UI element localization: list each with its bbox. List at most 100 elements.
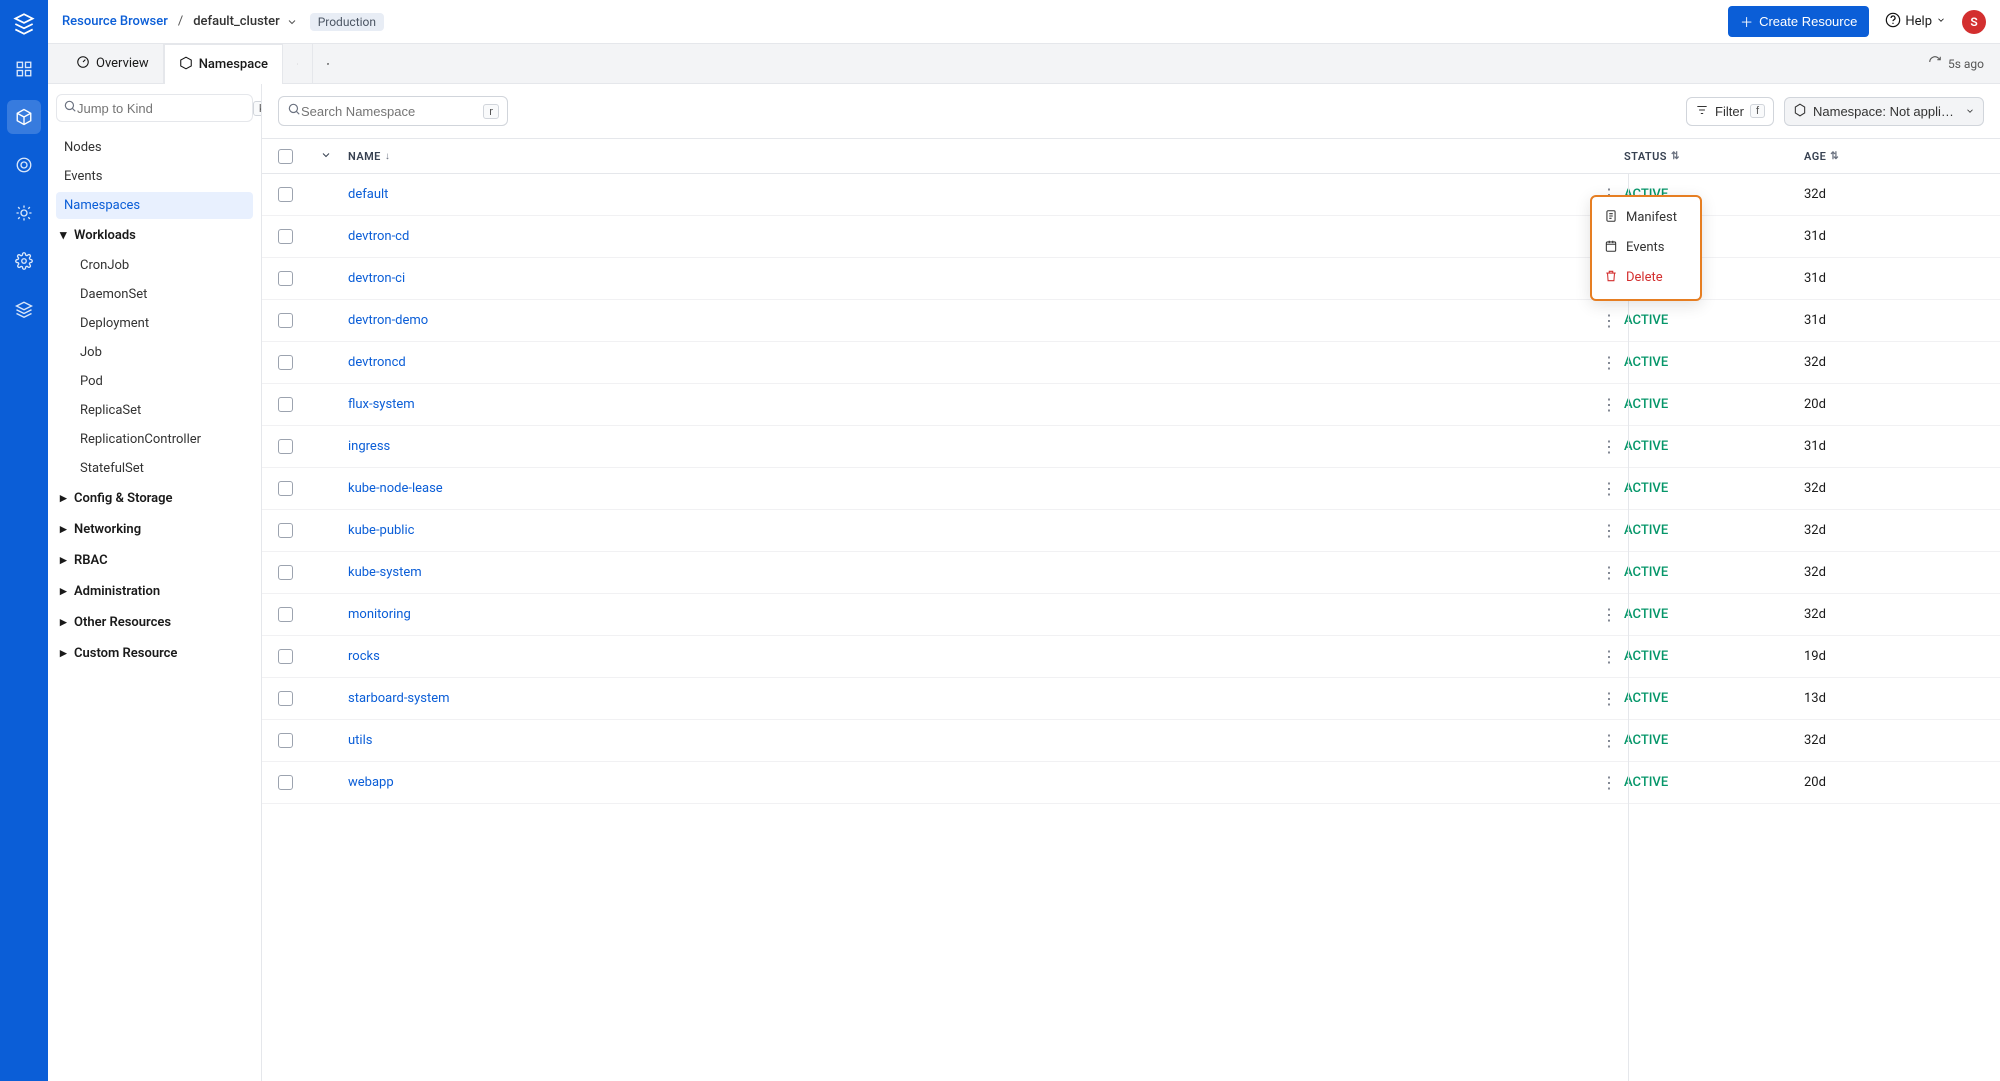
tab-terminal-icon[interactable] bbox=[313, 44, 343, 83]
namespace-link[interactable]: kube-public bbox=[348, 523, 414, 538]
namespace-link[interactable]: devtron-demo bbox=[348, 313, 428, 328]
namespace-search-input[interactable] bbox=[301, 104, 483, 119]
row-checkbox[interactable] bbox=[278, 397, 293, 412]
cluster-name[interactable]: default_cluster bbox=[193, 14, 280, 29]
sidebar-group-other-resources[interactable]: ▸Other Resources bbox=[56, 608, 253, 637]
tab-namespace[interactable]: Namespace bbox=[164, 44, 283, 84]
namespace-link[interactable]: webapp bbox=[348, 775, 394, 790]
table-row: devtron-ci⋮31d bbox=[262, 258, 2000, 300]
row-actions-icon[interactable]: ⋮ bbox=[1594, 313, 1624, 329]
popover-delete[interactable]: Delete bbox=[1592, 263, 1700, 293]
table-row: kube-node-lease⋮ACTIVE32d bbox=[262, 468, 2000, 510]
rail-target-icon[interactable] bbox=[7, 148, 41, 182]
help-button[interactable]: Help bbox=[1879, 8, 1952, 36]
row-actions-icon[interactable]: ⋮ bbox=[1594, 565, 1624, 581]
row-checkbox[interactable] bbox=[278, 271, 293, 286]
namespace-link[interactable]: devtroncd bbox=[348, 355, 406, 370]
sidebar-item-namespaces[interactable]: Namespaces bbox=[56, 192, 253, 219]
sidebar-item-statefulset[interactable]: StatefulSet bbox=[56, 455, 253, 482]
namespace-search[interactable]: r bbox=[278, 96, 508, 126]
col-age[interactable]: AGE⇅ bbox=[1804, 150, 1984, 163]
breadcrumb-root[interactable]: Resource Browser bbox=[62, 14, 168, 29]
sidebar-item-daemonset[interactable]: DaemonSet bbox=[56, 281, 253, 308]
namespace-link[interactable]: devtron-ci bbox=[348, 271, 405, 286]
row-checkbox[interactable] bbox=[278, 649, 293, 664]
jump-to-kind[interactable]: k bbox=[56, 94, 253, 122]
namespace-selector[interactable]: Namespace: Not applicable bbox=[1784, 97, 1984, 126]
namespace-link[interactable]: starboard-system bbox=[348, 691, 450, 706]
caret-right-icon: ▸ bbox=[60, 522, 70, 537]
namespace-link[interactable]: monitoring bbox=[348, 607, 411, 622]
row-checkbox[interactable] bbox=[278, 187, 293, 202]
row-actions-icon[interactable]: ⋮ bbox=[1594, 523, 1624, 539]
namespace-link[interactable]: kube-node-lease bbox=[348, 481, 443, 496]
row-checkbox[interactable] bbox=[278, 565, 293, 580]
sidebar-group-config-storage[interactable]: ▸Config & Storage bbox=[56, 484, 253, 513]
popover-events[interactable]: Events bbox=[1592, 233, 1700, 263]
sidebar-item-replicaset[interactable]: ReplicaSet bbox=[56, 397, 253, 424]
sidebar-item-nodes[interactable]: Nodes bbox=[56, 134, 253, 161]
row-actions-icon[interactable]: ⋮ bbox=[1594, 481, 1624, 497]
sidebar-item-deployment[interactable]: Deployment bbox=[56, 310, 253, 337]
chevron-down-icon[interactable] bbox=[284, 14, 300, 30]
table-row: devtron-demo⋮ACTIVE31d bbox=[262, 300, 2000, 342]
row-actions-icon[interactable]: ⋮ bbox=[1594, 397, 1624, 413]
sidebar-group-custom-resource[interactable]: ▸Custom Resource bbox=[56, 639, 253, 668]
sidebar-item-cronjob[interactable]: CronJob bbox=[56, 252, 253, 279]
sidebar-group-networking[interactable]: ▸Networking bbox=[56, 515, 253, 544]
rail-gear-sun-icon[interactable] bbox=[7, 196, 41, 230]
sidebar-group-administration[interactable]: ▸Administration bbox=[56, 577, 253, 606]
tab-chart-icon[interactable] bbox=[283, 44, 313, 83]
row-checkbox[interactable] bbox=[278, 481, 293, 496]
row-checkbox[interactable] bbox=[278, 229, 293, 244]
sidebar-item-pod[interactable]: Pod bbox=[56, 368, 253, 395]
row-checkbox[interactable] bbox=[278, 439, 293, 454]
namespace-link[interactable]: utils bbox=[348, 733, 372, 748]
expand-all-icon[interactable] bbox=[320, 149, 348, 164]
sidebar-item-replicationcontroller[interactable]: ReplicationController bbox=[56, 426, 253, 453]
select-all-checkbox[interactable] bbox=[278, 149, 293, 164]
namespace-link[interactable]: default bbox=[348, 187, 388, 202]
namespace-link[interactable]: rocks bbox=[348, 649, 380, 664]
age-value: 32d bbox=[1804, 607, 1984, 622]
row-checkbox[interactable] bbox=[278, 607, 293, 622]
row-checkbox[interactable] bbox=[278, 691, 293, 706]
filter-button[interactable]: Filter f bbox=[1686, 97, 1774, 126]
tab-overview[interactable]: Overview bbox=[62, 44, 164, 83]
row-actions-icon[interactable]: ⋮ bbox=[1594, 607, 1624, 623]
row-actions-icon[interactable]: ⋮ bbox=[1594, 733, 1624, 749]
col-status[interactable]: STATUS⇅ bbox=[1624, 150, 1804, 163]
jump-input[interactable] bbox=[77, 101, 253, 116]
sidebar-item-events[interactable]: Events bbox=[56, 163, 253, 190]
row-checkbox[interactable] bbox=[278, 313, 293, 328]
sidebar-group-rbac[interactable]: ▸RBAC bbox=[56, 546, 253, 575]
row-checkbox[interactable] bbox=[278, 775, 293, 790]
rail-apps-icon[interactable] bbox=[7, 52, 41, 86]
row-checkbox[interactable] bbox=[278, 355, 293, 370]
sidebar-group-workloads[interactable]: ▾Workloads bbox=[56, 221, 253, 250]
row-actions-icon[interactable]: ⋮ bbox=[1594, 691, 1624, 707]
namespace-link[interactable]: flux-system bbox=[348, 397, 415, 412]
refresh-status[interactable]: 5s ago bbox=[1912, 44, 2000, 83]
create-resource-button[interactable]: ＋ Create Resource bbox=[1728, 6, 1869, 37]
row-checkbox[interactable] bbox=[278, 733, 293, 748]
rail-gear-icon[interactable] bbox=[7, 244, 41, 278]
question-icon bbox=[1885, 12, 1901, 32]
namespace-link[interactable]: kube-system bbox=[348, 565, 422, 580]
row-actions-icon[interactable]: ⋮ bbox=[1594, 439, 1624, 455]
sidebar-item-job[interactable]: Job bbox=[56, 339, 253, 366]
row-actions-icon[interactable]: ⋮ bbox=[1594, 775, 1624, 791]
rail-layers-icon[interactable] bbox=[7, 292, 41, 326]
namespace-link[interactable]: devtron-cd bbox=[348, 229, 409, 244]
row-actions-icon[interactable]: ⋮ bbox=[1594, 355, 1624, 371]
avatar[interactable]: S bbox=[1962, 10, 1986, 34]
app-logo[interactable] bbox=[10, 10, 38, 38]
row-checkbox[interactable] bbox=[278, 523, 293, 538]
popover-manifest[interactable]: Manifest bbox=[1592, 203, 1700, 233]
calendar-icon bbox=[1604, 239, 1618, 257]
namespace-link[interactable]: ingress bbox=[348, 439, 390, 454]
rail-cube-icon[interactable] bbox=[7, 100, 41, 134]
row-actions-icon[interactable]: ⋮ bbox=[1594, 649, 1624, 665]
col-name[interactable]: NAME↓ bbox=[348, 150, 1594, 163]
status-value: ACTIVE bbox=[1624, 523, 1804, 538]
